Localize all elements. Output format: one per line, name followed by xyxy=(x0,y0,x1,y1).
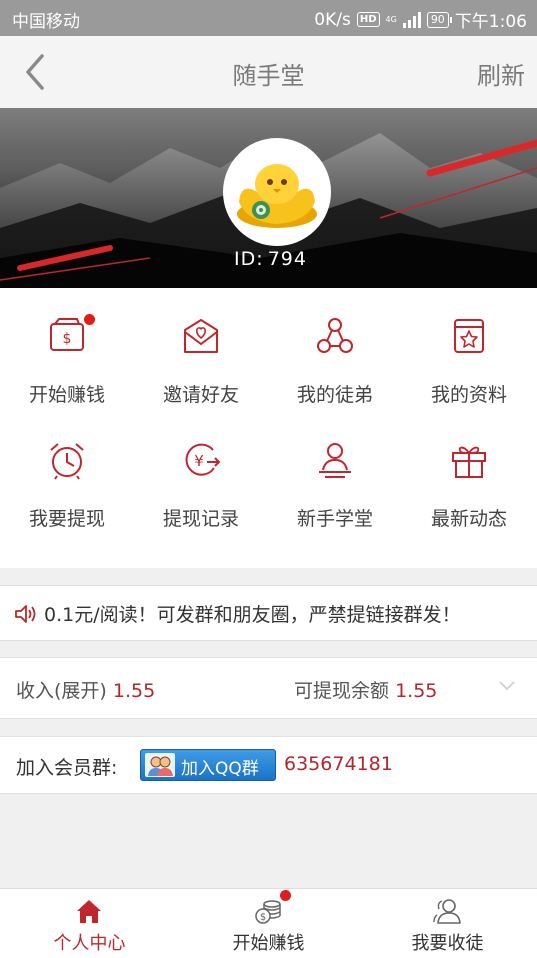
income-summary: 收入(展开) 1.55 可提现余额 1.55 xyxy=(0,657,537,719)
join-qq-group-label: 加入QQ群 xyxy=(181,759,259,779)
speaker-icon xyxy=(15,605,36,623)
menu-item-withdraw[interactable]: 我要提现 xyxy=(0,412,134,536)
chevron-down-icon[interactable] xyxy=(499,680,515,692)
profile-banner: ID: 794 xyxy=(0,108,537,288)
menu-item-label: 最新动态 xyxy=(430,508,507,530)
income-value: 1.55 xyxy=(112,680,156,702)
bottom-tab-bar: 个人中心 $ 开始赚钱 我要收徒 xyxy=(0,888,537,958)
menu-item-latest-news[interactable]: 最新动态 xyxy=(402,412,536,536)
user-id-value: 794 xyxy=(267,248,307,270)
menu-item-beginner-school[interactable]: 新手学堂 xyxy=(268,412,402,536)
avatar[interactable] xyxy=(223,138,331,246)
hd-icon: HD xyxy=(356,12,380,27)
carrier-name: 中国移动 xyxy=(12,12,80,32)
income-toggle[interactable]: 收入(展开) 1.55 xyxy=(16,676,155,703)
profile-star-icon xyxy=(454,319,484,353)
menu-item-my-apprentices[interactable]: 我的徒弟 xyxy=(268,288,402,412)
tab-label: 开始赚钱 xyxy=(232,933,305,954)
member-group-label: 加入会员群: xyxy=(16,757,118,779)
menu-item-label: 我的徒弟 xyxy=(296,384,373,406)
balance-label: 可提现余额 xyxy=(294,680,390,702)
signal-icon xyxy=(402,11,421,28)
coins-icon: $ xyxy=(255,900,281,924)
menu-item-label: 我的资料 xyxy=(430,384,507,406)
gold-ingot-mascot-icon xyxy=(237,164,317,228)
yuan-transfer-icon: ¥ xyxy=(185,443,221,476)
qq-group-icon xyxy=(145,753,175,777)
menu-item-label: 新手学堂 xyxy=(296,508,373,530)
svg-text:$: $ xyxy=(63,331,72,347)
page-title: 随手堂 xyxy=(232,62,305,90)
tab-label: 我要收徒 xyxy=(411,933,484,954)
network-nodes-icon xyxy=(317,318,353,353)
envelope-heart-icon xyxy=(184,319,218,353)
svg-text:$: $ xyxy=(260,912,266,923)
notification-dot xyxy=(84,314,95,325)
menu-item-label: 我要提现 xyxy=(28,508,105,530)
withdrawable-balance: 可提现余额 1.55 xyxy=(294,676,437,703)
menu-item-invite-friends[interactable]: 邀请好友 xyxy=(134,288,268,412)
tab-recruit-apprentices[interactable]: 我要收徒 xyxy=(358,889,537,958)
status-bar: 中国移动 0K/s HD 4G 90 下午1:06 xyxy=(0,0,537,36)
svg-text:¥: ¥ xyxy=(194,452,204,470)
user-id: ID: 794 xyxy=(0,248,537,270)
wallet-dollar-icon: $ xyxy=(50,318,84,351)
notice-bar: 0.1元/阅读！可发群和朋友圈，严禁提链接群发！ xyxy=(0,585,537,641)
tab-label: 个人中心 xyxy=(53,933,126,954)
join-qq-group-button[interactable]: 加入QQ群 xyxy=(140,749,276,781)
refresh-button[interactable]: 刷新 xyxy=(477,56,525,91)
app-header: 随手堂 刷新 xyxy=(0,36,537,108)
home-icon xyxy=(77,900,101,923)
balance-value: 1.55 xyxy=(395,680,438,702)
network-speed: 0K/s xyxy=(314,9,351,30)
menu-item-label: 开始赚钱 xyxy=(28,384,105,406)
tab-start-earning[interactable]: $ 开始赚钱 xyxy=(179,889,358,958)
battery-icon: 90 xyxy=(426,11,452,28)
menu-item-start-earning[interactable]: $ 开始赚钱 xyxy=(0,288,134,412)
users-icon xyxy=(433,899,461,924)
tab-personal-center[interactable]: 个人中心 xyxy=(0,889,179,958)
notice-text: 0.1元/阅读！可发群和朋友圈，严禁提链接群发！ xyxy=(44,604,461,626)
income-label: 收入(展开) xyxy=(16,680,107,702)
menu-item-label: 邀请好友 xyxy=(162,384,239,406)
menu-item-withdraw-records[interactable]: ¥ 提现记录 xyxy=(134,412,268,536)
feature-grid: $ 开始赚钱 邀请好友 我的徒弟 我的资料 我要提现 ¥ 提现记录 新手学堂 最… xyxy=(0,288,537,568)
member-group: 加入会员群: 加入QQ群 635674181 xyxy=(0,736,537,794)
qq-group-number: 635674181 xyxy=(284,753,393,775)
user-id-label: ID: xyxy=(234,248,264,270)
person-podium-icon xyxy=(319,443,351,478)
menu-item-label: 提现记录 xyxy=(162,508,239,530)
alarm-clock-icon xyxy=(50,443,84,480)
network-type: 4G xyxy=(385,15,397,24)
status-indicators: 0K/s HD 4G 90 下午1:06 xyxy=(314,7,527,33)
notification-dot xyxy=(280,890,291,901)
gift-icon xyxy=(452,446,486,478)
clock: 下午1:06 xyxy=(454,12,527,32)
menu-item-my-profile[interactable]: 我的资料 xyxy=(402,288,536,412)
